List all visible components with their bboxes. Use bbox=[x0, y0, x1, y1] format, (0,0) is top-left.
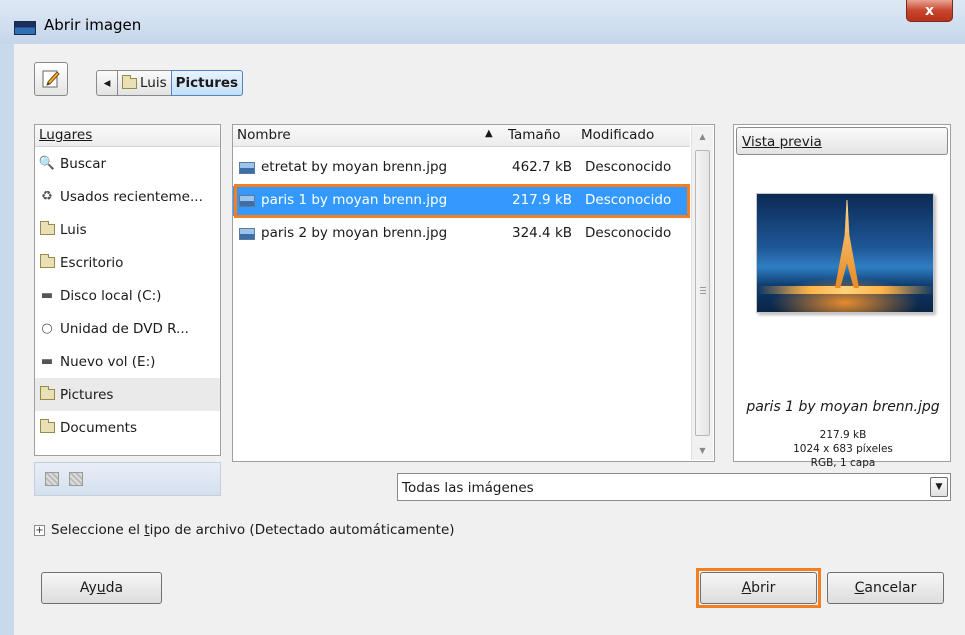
type-location-button[interactable] bbox=[34, 62, 68, 96]
preview-size: 217.9 kB bbox=[819, 429, 867, 441]
title-bar: Abrir imagen x bbox=[0, 0, 965, 44]
place-local-disk[interactable]: ▬ Disco local (C:) bbox=[35, 279, 220, 312]
file-name: paris 2 by moyan brenn.jpg bbox=[261, 225, 448, 241]
drive-icon: ▬ bbox=[40, 354, 54, 369]
file-list: Nombre ▲ Tamaño Modificado etretat by mo… bbox=[232, 124, 715, 462]
help-label: Ayuda bbox=[79, 580, 124, 596]
place-label: Unidad de DVD R... bbox=[60, 320, 189, 337]
file-modified: Desconocido bbox=[585, 192, 672, 208]
preview-mode: RGB, 1 capa bbox=[810, 457, 876, 469]
file-type-filter[interactable]: Todas las imágenes ▼ bbox=[397, 473, 951, 501]
help-button[interactable]: Ayuda bbox=[41, 572, 162, 604]
open-label: Abrir bbox=[741, 580, 776, 596]
breadcrumb: ◂ Luis Pictures bbox=[96, 70, 244, 96]
place-desktop[interactable]: Escritorio bbox=[35, 246, 220, 279]
file-list-scrollbar[interactable]: ▲ ▼ bbox=[691, 126, 713, 460]
places-header[interactable]: Lugares bbox=[35, 125, 220, 147]
cancel-button[interactable]: Cancelar bbox=[827, 572, 944, 604]
chevron-left-icon: ◂ bbox=[103, 75, 111, 91]
file-modified: Desconocido bbox=[585, 159, 672, 175]
file-row[interactable]: etretat by moyan brenn.jpg 462.7 kB Desc… bbox=[233, 153, 690, 183]
place-label: Buscar bbox=[60, 155, 107, 172]
file-list-header: Nombre ▲ Tamaño Modificado bbox=[233, 125, 690, 147]
breadcrumb-label: Pictures bbox=[175, 75, 239, 91]
places-panel: Lugares 🔍 Buscar ♻ Usados recienteme... … bbox=[34, 124, 221, 456]
places-bookmark-bar bbox=[34, 462, 221, 496]
folder-icon bbox=[39, 386, 55, 400]
file-type-label: Seleccione el tipo de archivo (Detectado… bbox=[51, 522, 455, 538]
place-label: Usados recienteme... bbox=[60, 188, 203, 205]
file-size: 462.7 kB bbox=[512, 159, 573, 175]
drive-icon: ▬ bbox=[40, 288, 54, 303]
column-name[interactable]: Nombre bbox=[237, 127, 291, 143]
folder-icon bbox=[39, 221, 55, 235]
preview-button[interactable]: Vista previa bbox=[736, 127, 948, 155]
place-label: Escritorio bbox=[60, 254, 124, 271]
place-label: Disco local (C:) bbox=[60, 287, 162, 304]
dvd-icon: ○ bbox=[41, 321, 53, 336]
image-file-icon bbox=[239, 162, 255, 174]
eiffel-tower-image bbox=[835, 200, 859, 288]
open-image-dialog: Abrir imagen x ◂ Luis Pictures Lugares 🔍… bbox=[0, 0, 965, 635]
chevron-down-icon[interactable]: ▼ bbox=[930, 477, 948, 497]
place-new-volume[interactable]: ▬ Nuevo vol (E:) bbox=[35, 345, 220, 378]
app-icon bbox=[14, 21, 36, 35]
file-row[interactable]: paris 2 by moyan brenn.jpg 324.4 kB Desc… bbox=[233, 219, 690, 249]
cancel-label: Cancelar bbox=[854, 580, 917, 596]
place-label: Nuevo vol (E:) bbox=[60, 353, 156, 370]
dialog-content: ◂ Luis Pictures Lugares 🔍 Buscar ♻ Usado… bbox=[14, 44, 965, 635]
search-icon: 🔍 bbox=[38, 156, 56, 171]
breadcrumb-luis[interactable]: Luis bbox=[117, 70, 172, 96]
file-size: 217.9 kB bbox=[512, 192, 573, 208]
image-file-icon bbox=[239, 228, 255, 240]
add-bookmark-icon[interactable] bbox=[45, 472, 59, 486]
preview-file-name: paris 1 by moyan brenn.jpg bbox=[746, 399, 940, 415]
place-search[interactable]: 🔍 Buscar bbox=[35, 147, 220, 180]
filter-value: Todas las imágenes bbox=[402, 480, 534, 496]
file-size: 324.4 kB bbox=[512, 225, 573, 241]
expand-icon: + bbox=[34, 524, 45, 536]
close-icon: x bbox=[924, 2, 935, 19]
place-label: Documents bbox=[60, 419, 137, 436]
file-modified: Desconocido bbox=[585, 225, 672, 241]
breadcrumb-label: Luis bbox=[140, 75, 167, 91]
place-documents[interactable]: Documents bbox=[35, 411, 220, 444]
column-modified[interactable]: Modificado bbox=[581, 127, 654, 143]
preview-panel: Vista previa paris 1 by moyan brenn.jpg … bbox=[733, 124, 951, 469]
breadcrumb-pictures[interactable]: Pictures bbox=[170, 70, 244, 96]
image-file-icon bbox=[239, 195, 255, 207]
place-luis[interactable]: Luis bbox=[35, 213, 220, 246]
scroll-up-icon[interactable]: ▲ bbox=[692, 126, 713, 146]
scrollbar-thumb[interactable] bbox=[695, 150, 710, 436]
scroll-down-icon[interactable]: ▼ bbox=[692, 440, 713, 460]
window-title: Abrir imagen bbox=[44, 16, 142, 34]
pencil-icon bbox=[42, 70, 60, 88]
recent-icon: ♻ bbox=[41, 189, 53, 204]
close-button[interactable]: x bbox=[906, 0, 953, 22]
place-label: Luis bbox=[60, 221, 87, 238]
preview-dimensions: 1024 x 683 píxeles bbox=[793, 443, 893, 455]
file-row-selected[interactable]: paris 1 by moyan brenn.jpg 217.9 kB Desc… bbox=[233, 186, 690, 216]
place-dvd[interactable]: ○ Unidad de DVD R... bbox=[35, 312, 220, 345]
folder-icon bbox=[122, 74, 137, 89]
sort-ascending-icon: ▲ bbox=[485, 128, 493, 139]
open-button[interactable]: Abrir bbox=[700, 572, 817, 604]
folder-icon bbox=[39, 254, 55, 268]
preview-thumbnail bbox=[756, 193, 934, 313]
file-name: paris 1 by moyan brenn.jpg bbox=[261, 192, 448, 208]
file-type-expander[interactable]: + Seleccione el tipo de archivo (Detecta… bbox=[34, 522, 455, 538]
folder-icon bbox=[39, 419, 55, 433]
place-label: Pictures bbox=[60, 386, 114, 403]
column-size[interactable]: Tamaño bbox=[508, 127, 561, 143]
place-recent[interactable]: ♻ Usados recienteme... bbox=[35, 180, 220, 213]
breadcrumb-back-button[interactable]: ◂ bbox=[96, 70, 118, 96]
remove-bookmark-icon[interactable] bbox=[69, 472, 83, 486]
grip-icon bbox=[700, 287, 706, 294]
place-pictures[interactable]: Pictures bbox=[35, 378, 220, 411]
thumbnail-glow bbox=[757, 286, 933, 294]
file-name: etretat by moyan brenn.jpg bbox=[261, 159, 448, 175]
